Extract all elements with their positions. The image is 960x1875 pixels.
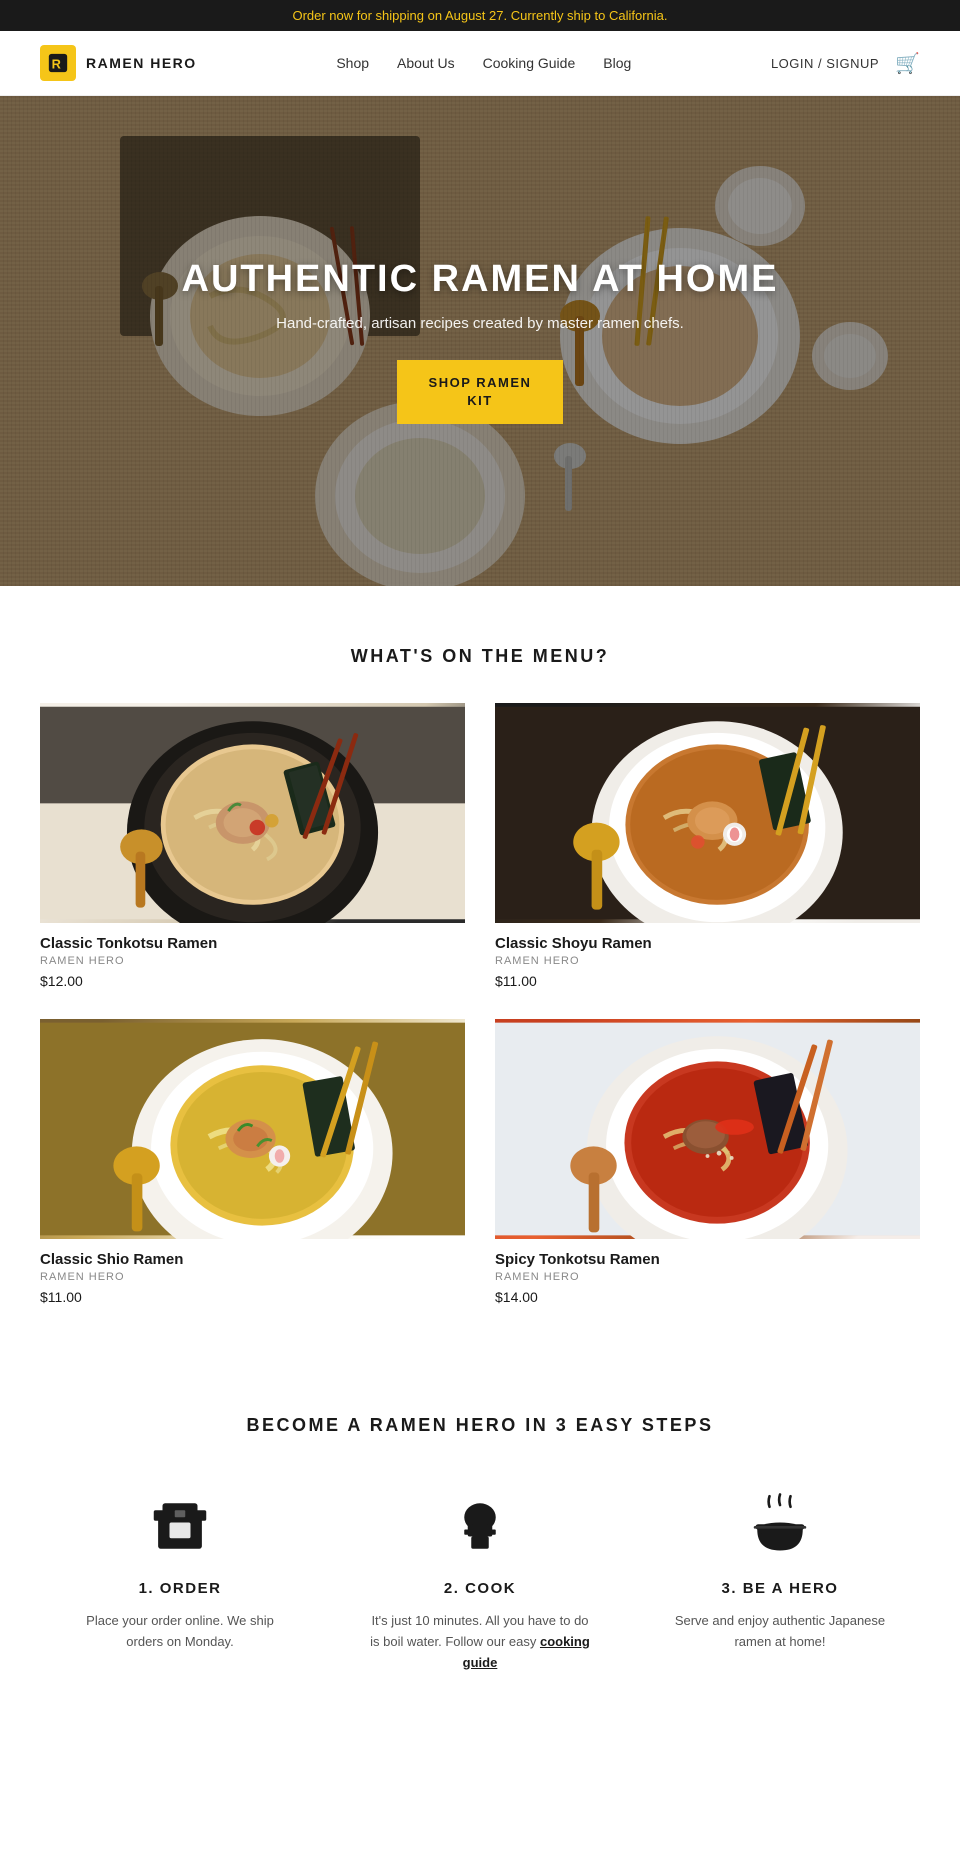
tonkotsu-price: $12.00 xyxy=(40,973,465,989)
menu-section: WHAT'S ON THE MENU? xyxy=(0,586,960,1355)
svg-text:R: R xyxy=(52,57,61,72)
menu-item-shoyu[interactable]: Classic Shoyu Ramen RAMEN HERO $11.00 xyxy=(495,703,920,989)
nav-cooking-guide[interactable]: Cooking Guide xyxy=(483,55,576,71)
step-order-title: 1. ORDER xyxy=(139,1580,222,1597)
order-icon xyxy=(140,1486,220,1566)
spicy-brand: RAMEN HERO xyxy=(495,1271,920,1283)
shoyu-brand: RAMEN HERO xyxy=(495,955,920,967)
header-right: LOGIN / SIGNUP 🛒 xyxy=(771,51,920,76)
step-hero-title: 3. BE A HERO xyxy=(722,1580,839,1597)
spicy-name: Spicy Tonkotsu Ramen xyxy=(495,1251,920,1268)
nav-about[interactable]: About Us xyxy=(397,55,455,71)
steps-grid: 1. ORDER Place your order online. We shi… xyxy=(40,1486,920,1673)
shoyu-name: Classic Shoyu Ramen xyxy=(495,935,920,952)
shoyu-image xyxy=(495,703,920,923)
tonkotsu-brand: RAMEN HERO xyxy=(40,955,465,967)
cart-icon[interactable]: 🛒 xyxy=(895,51,920,76)
step-order-desc: Place your order online. We ship orders … xyxy=(70,1611,290,1653)
spicy-image xyxy=(495,1019,920,1239)
shio-name: Classic Shio Ramen xyxy=(40,1251,465,1268)
header: R RAMEN HERO Shop About Us Cooking Guide… xyxy=(0,31,960,96)
main-nav: Shop About Us Cooking Guide Blog xyxy=(336,55,631,71)
announcement-text: Order now for shipping on August 27. Cur… xyxy=(292,8,667,23)
menu-item-shio[interactable]: Classic Shio Ramen RAMEN HERO $11.00 xyxy=(40,1019,465,1305)
step-order: 1. ORDER Place your order online. We shi… xyxy=(40,1486,320,1673)
cooking-guide-link[interactable]: cooking guide xyxy=(463,1634,590,1670)
shio-image xyxy=(40,1019,465,1239)
tonkotsu-name: Classic Tonkotsu Ramen xyxy=(40,935,465,952)
hero-section: AUTHENTIC RAMEN AT HOME Hand-crafted, ar… xyxy=(0,96,960,586)
announcement-bar: Order now for shipping on August 27. Cur… xyxy=(0,0,960,31)
logo-text: RAMEN HERO xyxy=(86,55,197,71)
spicy-price: $14.00 xyxy=(495,1289,920,1305)
logo[interactable]: R RAMEN HERO xyxy=(40,45,197,81)
menu-section-title: WHAT'S ON THE MENU? xyxy=(40,646,920,667)
hero-icon xyxy=(740,1486,820,1566)
tonkotsu-image xyxy=(40,703,465,923)
steps-section-title: BECOME A RAMEN HERO IN 3 EASY STEPS xyxy=(40,1415,920,1436)
step-hero-desc: Serve and enjoy authentic Japanese ramen… xyxy=(670,1611,890,1653)
menu-item-spicy[interactable]: Spicy Tonkotsu Ramen RAMEN HERO $14.00 xyxy=(495,1019,920,1305)
cook-icon xyxy=(440,1486,520,1566)
menu-grid: Classic Tonkotsu Ramen RAMEN HERO $12.00 xyxy=(40,703,920,1305)
menu-item-tonkotsu[interactable]: Classic Tonkotsu Ramen RAMEN HERO $12.00 xyxy=(40,703,465,989)
hero-subtitle: Hand-crafted, artisan recipes created by… xyxy=(182,315,779,332)
shop-ramen-kit-button[interactable]: SHOP RAMEN KIT xyxy=(397,360,564,424)
shio-price: $11.00 xyxy=(40,1289,465,1305)
hero-title: AUTHENTIC RAMEN AT HOME xyxy=(182,258,779,301)
hero-cta-line2: KIT xyxy=(467,393,492,408)
steps-section: BECOME A RAMEN HERO IN 3 EASY STEPS 1. O… xyxy=(0,1355,960,1743)
nav-blog[interactable]: Blog xyxy=(603,55,631,71)
nav-shop[interactable]: Shop xyxy=(336,55,369,71)
shio-brand: RAMEN HERO xyxy=(40,1271,465,1283)
step-cook-desc: It's just 10 minutes. All you have to do… xyxy=(370,1611,590,1673)
step-cook-title: 2. COOK xyxy=(444,1580,516,1597)
login-signup-button[interactable]: LOGIN / SIGNUP xyxy=(771,56,879,71)
shoyu-price: $11.00 xyxy=(495,973,920,989)
hero-content: AUTHENTIC RAMEN AT HOME Hand-crafted, ar… xyxy=(182,258,779,424)
step-cook: 2. COOK It's just 10 minutes. All you ha… xyxy=(340,1486,620,1673)
step-hero: 3. BE A HERO Serve and enjoy authentic J… xyxy=(640,1486,920,1673)
hero-cta-line1: SHOP RAMEN xyxy=(429,375,532,390)
logo-icon: R xyxy=(40,45,76,81)
